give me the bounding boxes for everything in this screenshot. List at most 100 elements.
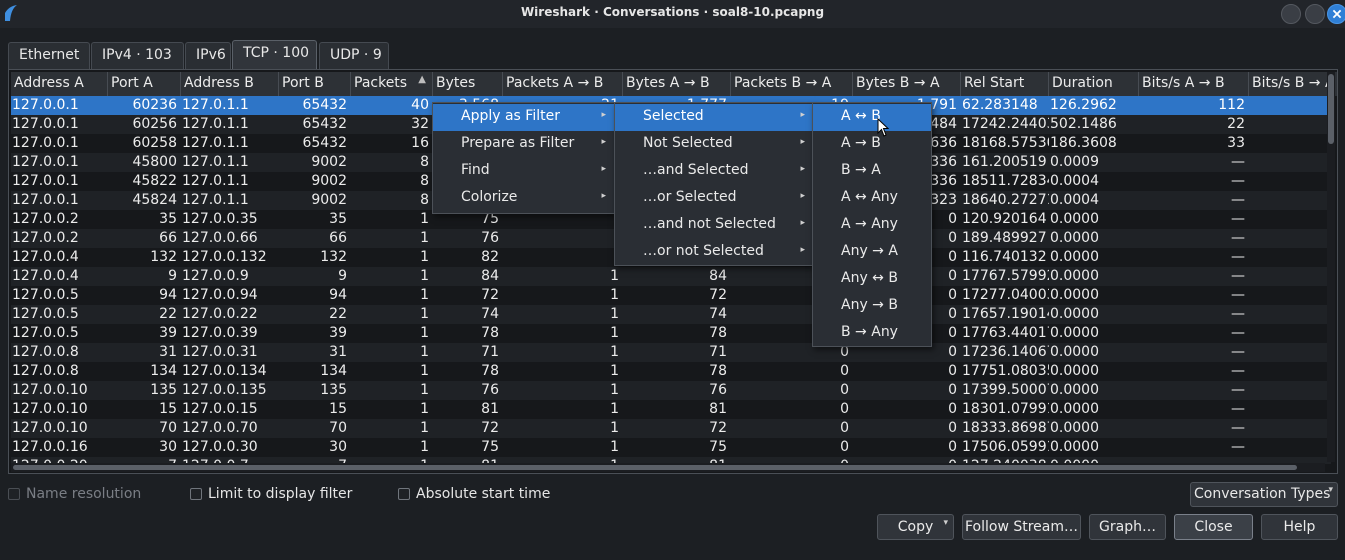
- menu-item-prepare-as-filter[interactable]: Prepare as Filter ▸: [433, 131, 614, 158]
- column-header[interactable]: Port B: [279, 72, 351, 96]
- table-row[interactable]: 127.0.0.5 94 127.0.0.94 94 1 72 1 72 0 17277.0400…: [11, 286, 1331, 305]
- menu-item-b-to-any[interactable]: B → Any: [813, 320, 931, 347]
- table-row[interactable]: 127.0.0.10 135 127.0.0.135 135 1 76 1 76 0 0 17399…: [11, 381, 1331, 400]
- column-header[interactable]: Bits/s B → A: [1249, 72, 1331, 96]
- column-header[interactable]: Packets B → A: [731, 72, 853, 96]
- menu-item-and-selected[interactable]: …and Selected ▸: [615, 158, 813, 185]
- table-cell: 72: [481, 420, 499, 436]
- menu-item-and-not-selected[interactable]: …and not Selected ▸: [615, 212, 813, 239]
- tab-udp[interactable]: UDP · 9: [319, 42, 389, 69]
- tab-ethernet[interactable]: Ethernet: [8, 42, 90, 69]
- copy-button[interactable]: Copy ▾: [877, 514, 954, 540]
- graph-button[interactable]: Graph…: [1089, 514, 1166, 540]
- table-row[interactable]: 127.0.0.5 22 127.0.0.22 22 1 74 1 74 0 17657.1901…: [11, 305, 1331, 324]
- column-header[interactable]: Bytes B → A: [853, 72, 961, 96]
- table-cell: 134: [150, 363, 177, 379]
- table-cell: 70: [329, 420, 347, 436]
- table-cell: 0.0000: [1050, 401, 1099, 417]
- table-cell: 17236.140676: [962, 344, 1049, 360]
- menu-item-b-to-a[interactable]: B → A: [813, 158, 931, 185]
- menu-item-a-to-any[interactable]: A → Any: [813, 212, 931, 239]
- column-header[interactable]: Bits/s A → B: [1139, 72, 1249, 96]
- vertical-scrollbar[interactable]: [1327, 72, 1335, 462]
- column-header[interactable]: Bytes: [433, 72, 503, 96]
- column-header[interactable]: Duration: [1049, 72, 1139, 96]
- table-cell: —: [1231, 192, 1245, 208]
- chevron-down-icon[interactable]: ▾: [943, 518, 948, 528]
- table-cell: 0: [840, 420, 849, 436]
- menu-item-a-to-b[interactable]: A → B: [813, 131, 931, 158]
- menu-item-a-both-b[interactable]: A ↔ B: [813, 104, 931, 131]
- table-row[interactable]: 127.0.0.5 39 127.0.0.39 39 1 78 1 78 0 17763.4401…: [11, 324, 1331, 343]
- table-cell: 0: [948, 382, 957, 398]
- table-cell: 127.0.1.1: [182, 97, 249, 113]
- menu-item-any-both-b[interactable]: Any ↔ B: [813, 266, 931, 293]
- table-cell: 127.0.0.134: [182, 363, 267, 379]
- scrollbar-thumb[interactable]: [13, 465, 1297, 470]
- minimize-button[interactable]: [1281, 4, 1301, 24]
- table-cell: 1: [610, 344, 619, 360]
- table-cell: 1: [420, 287, 429, 303]
- tab-ipv4[interactable]: IPv4 · 103: [91, 42, 184, 69]
- column-header[interactable]: Bytes A → B: [623, 72, 731, 96]
- menu-item-or-not-selected[interactable]: …or not Selected ▸: [615, 239, 813, 266]
- menu-item-any-to-a[interactable]: Any → A: [813, 239, 931, 266]
- checkbox-box[interactable]: [190, 488, 202, 500]
- button-label: Graph…: [1099, 519, 1156, 535]
- menu-item-not-selected[interactable]: Not Selected ▸: [615, 131, 813, 158]
- submenu-arrow-icon: ▸: [800, 137, 805, 147]
- table-row[interactable]: 127.0.0.8 31 127.0.0.31 31 1 71 1 71 0 0 17236.140…: [11, 343, 1331, 362]
- menu-item-any-to-b[interactable]: Any → B: [813, 293, 931, 320]
- checkbox-box[interactable]: [8, 488, 20, 500]
- table-row[interactable]: 127.0.0.10 15 127.0.0.15 15 1 81 1 81 0 0 18301.07…: [11, 400, 1331, 419]
- tab-label: IPv4 · 103: [102, 47, 172, 63]
- table-cell: —: [1231, 325, 1245, 341]
- table-cell: 78: [709, 363, 727, 379]
- table-cell: 127.0.0.9: [182, 268, 249, 284]
- table-cell: 22: [329, 306, 347, 322]
- table-cell: 18640.272718: [962, 192, 1049, 208]
- submenu-arrow-icon: ▸: [800, 110, 805, 120]
- dropdown-label: Conversation Types: [1194, 486, 1331, 502]
- horizontal-scrollbar[interactable]: [11, 463, 1325, 472]
- tab-tcp[interactable]: TCP · 100: [232, 40, 317, 70]
- table-cell: 40: [411, 97, 429, 113]
- menu-item-apply-as-filter[interactable]: Apply as Filter ▸: [433, 104, 614, 131]
- table-cell: 1: [610, 382, 619, 398]
- table-cell: 120.920164: [962, 211, 1047, 227]
- table-cell: [1249, 191, 1331, 210]
- maximize-button[interactable]: [1305, 4, 1325, 24]
- tab-ipv6[interactable]: IPv6: [185, 42, 231, 69]
- help-button[interactable]: Help: [1261, 514, 1338, 540]
- table-row[interactable]: 127.0.0.10 70 127.0.0.70 70 1 72 1 72 0 0 18333.86…: [11, 419, 1331, 438]
- table-cell: 9: [168, 268, 177, 284]
- table-cell: —: [1231, 363, 1245, 379]
- table-cell: 1: [420, 230, 429, 246]
- table-row[interactable]: 127.0.0.16 30 127.0.0.30 30 1 75 1 75 0 0 17506.05…: [11, 438, 1331, 457]
- column-header[interactable]: Rel Start: [961, 72, 1049, 96]
- table-cell: [1249, 210, 1331, 229]
- table-cell: 84: [481, 268, 499, 284]
- table-row[interactable]: 127.0.0.49127.0.0.99184184017767.5799230…: [11, 267, 1331, 286]
- table-cell: 127.0.0.66: [182, 230, 258, 246]
- scrollbar-thumb[interactable]: [1328, 74, 1334, 144]
- column-header[interactable]: Packets ▲: [351, 72, 433, 96]
- column-header[interactable]: Packets A → B: [503, 72, 623, 96]
- menu-item-a-both-any[interactable]: A ↔ Any: [813, 185, 931, 212]
- table-row[interactable]: 127.0.0.8 134 127.0.0.134 134 1 78 1 78 0 0 17751.…: [11, 362, 1331, 381]
- column-header[interactable]: Port A: [108, 72, 181, 96]
- close-window-button[interactable]: [1327, 4, 1345, 24]
- menu-item-colorize[interactable]: Colorize ▸: [433, 185, 614, 212]
- menu-item-or-selected[interactable]: …or Selected ▸: [615, 185, 813, 212]
- conversation-types-dropdown[interactable]: Conversation Types ▾: [1190, 482, 1338, 507]
- table-cell: 1: [610, 401, 619, 417]
- menu-item-selected[interactable]: Selected ▸: [615, 104, 813, 131]
- column-header[interactable]: Address A: [11, 72, 108, 96]
- table-cell: 82: [481, 249, 499, 265]
- column-header[interactable]: Address B: [181, 72, 279, 96]
- follow-stream-button[interactable]: Follow Stream…: [962, 514, 1081, 540]
- menu-item-find[interactable]: Find ▸: [433, 158, 614, 185]
- close-button[interactable]: Close: [1174, 514, 1253, 540]
- checkbox-box[interactable]: [398, 488, 410, 500]
- tab-label: UDP · 9: [330, 47, 382, 63]
